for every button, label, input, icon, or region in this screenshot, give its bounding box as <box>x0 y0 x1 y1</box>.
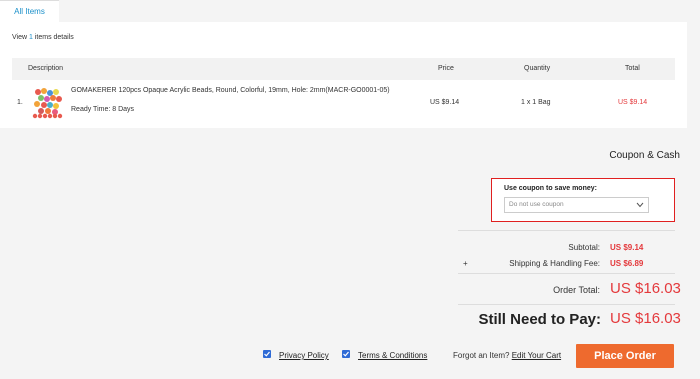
header-price: Price <box>438 65 454 72</box>
privacy-checkbox[interactable] <box>263 350 271 358</box>
terms-link[interactable]: Terms & Conditions <box>358 351 427 360</box>
edit-cart-link[interactable]: Edit Your Cart <box>512 351 561 360</box>
divider <box>458 273 675 274</box>
product-price: US $9.14 <box>430 99 460 106</box>
product-quantity: 1 x 1 Bag <box>521 99 551 106</box>
checkmark-icon <box>343 351 349 357</box>
items-summary-suffix: items details <box>32 34 74 41</box>
plus-sign: + <box>463 259 468 268</box>
order-items-panel: View 1 items details Description Price Q… <box>0 22 687 128</box>
subtotal-label: Subtotal: <box>568 243 600 252</box>
chevron-down-icon <box>636 202 644 208</box>
row-index: 1. <box>17 99 23 106</box>
order-total-value: US $16.03 <box>610 280 681 297</box>
checkmark-icon <box>264 351 270 357</box>
order-total-label: Order Total: <box>553 285 600 295</box>
coupon-select[interactable]: Do not use coupon <box>504 197 649 213</box>
forgot-item-prompt: Forgot an Item? <box>453 351 510 360</box>
privacy-policy-link[interactable]: Privacy Policy <box>279 351 329 360</box>
header-description: Description <box>28 65 64 72</box>
need-to-pay-value: US $16.03 <box>610 310 681 327</box>
ready-time: Ready Time: 8 Days <box>71 106 135 113</box>
tab-bar: All Items <box>0 0 700 22</box>
items-summary-prefix: View <box>12 34 29 41</box>
forgot-item-text: Forgot an Item? Edit Your Cart <box>453 351 561 360</box>
product-total: US $9.14 <box>618 99 648 106</box>
place-order-button[interactable]: Place Order <box>576 344 674 368</box>
coupon-label: Use coupon to save money: <box>504 185 597 192</box>
tab-all-items[interactable]: All Items <box>0 0 59 22</box>
coupon-section-title: Coupon & Cash <box>609 150 680 161</box>
coupon-selected-value: Do not use coupon <box>509 201 564 208</box>
header-quantity: Quantity <box>524 65 551 72</box>
table-row: 1. GOMAKERER 120pcs Opaque Acrylic Beads… <box>12 82 675 122</box>
header-total: Total <box>625 65 640 72</box>
product-thumbnail[interactable] <box>31 87 65 119</box>
table-header: Description Price Quantity Total <box>12 58 675 80</box>
need-to-pay-label: Still Need to Pay: <box>478 311 601 328</box>
shipping-label: Shipping & Handling Fee: <box>509 259 600 268</box>
terms-checkbox[interactable] <box>342 350 350 358</box>
items-summary: View 1 items details <box>12 34 74 41</box>
product-name[interactable]: GOMAKERER 120pcs Opaque Acrylic Beads, R… <box>71 86 421 95</box>
divider <box>458 304 675 305</box>
subtotal-value: US $9.14 <box>610 243 644 252</box>
shipping-value: US $6.89 <box>610 259 644 268</box>
divider <box>458 230 675 231</box>
coupon-box: Use coupon to save money: Do not use cou… <box>491 178 675 222</box>
